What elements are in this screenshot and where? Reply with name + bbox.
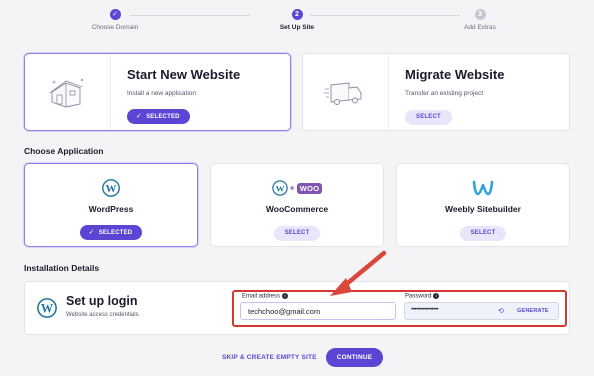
house-icon: [25, 54, 111, 130]
generate-password-button[interactable]: GENERATE: [517, 308, 549, 314]
woo-badge: WOO: [296, 182, 323, 194]
choose-application-heading: Choose Application: [24, 146, 104, 156]
skip-create-empty-site-link[interactable]: SKIP & CREATE EMPTY SITE: [222, 354, 317, 361]
wordpress-icon: W: [25, 178, 197, 198]
woocommerce-select-button[interactable]: SELECT: [211, 221, 383, 241]
app-card-woocommerce[interactable]: W + WOO WooCommerce SELECT: [210, 163, 384, 247]
step-number: 2: [291, 9, 303, 20]
step-number: 3: [474, 9, 486, 20]
progress-stepper: ✓ Choose Domain 2 Set Up Site 3 Add Extr…: [0, 8, 594, 38]
info-icon: i: [282, 293, 289, 299]
weebly-select-button[interactable]: SELECT: [397, 221, 569, 241]
card-title: Migrate Website: [405, 67, 505, 82]
installation-details-heading: Installation Details: [24, 263, 100, 273]
app-card-weebly[interactable]: Weebly Sitebuilder SELECT: [396, 163, 570, 247]
step-check-icon: ✓: [109, 9, 121, 20]
password-value: ••••••••••••••••: [411, 307, 439, 313]
card-subtitle: Install a new application: [127, 90, 197, 97]
password-field[interactable]: •••••••••••••••• ⟲ GENERATE: [404, 302, 559, 320]
setup-login-subtitle: Website access credentials: [66, 312, 139, 318]
start-selected-button[interactable]: ✓ SELECTED: [127, 105, 190, 124]
info-icon: i: [433, 293, 440, 299]
card-subtitle: Transfer an existing project: [405, 90, 484, 97]
card-title: Start New Website: [127, 67, 241, 82]
svg-text:W: W: [106, 183, 117, 195]
moving-truck-icon: [303, 54, 389, 130]
svg-text:W: W: [41, 301, 54, 315]
step-add-extras[interactable]: 3 Add Extras: [435, 9, 525, 31]
app-name: Weebly Sitebuilder: [445, 204, 521, 214]
wordpress-icon: W: [37, 298, 57, 323]
plus-sign: +: [289, 183, 295, 193]
password-label: Password i: [405, 293, 440, 300]
step-label: Choose Domain: [91, 24, 139, 31]
setup-login-title: Set up login: [66, 294, 138, 308]
step-label: Set Up Site: [279, 24, 315, 31]
wordpress-selected-button[interactable]: ✓ SELECTED: [25, 221, 197, 240]
app-card-wordpress[interactable]: W WordPress ✓ SELECTED: [24, 163, 198, 247]
step-label: Add Extras: [464, 24, 496, 31]
email-label: Email address i: [242, 293, 289, 300]
step-set-up-site[interactable]: 2 Set Up Site: [252, 9, 342, 31]
migrate-select-button[interactable]: SELECT: [405, 105, 452, 125]
check-icon: ✓: [136, 113, 143, 120]
refresh-icon[interactable]: ⟲: [498, 307, 504, 315]
check-icon: ✓: [88, 229, 95, 236]
app-name: WooCommerce: [265, 204, 329, 214]
step-choose-domain[interactable]: ✓ Choose Domain: [70, 9, 160, 31]
app-name: WordPress: [88, 204, 134, 214]
woocommerce-icon: W + WOO: [211, 178, 383, 198]
weebly-icon: [397, 178, 569, 198]
start-new-website-card[interactable]: Start New Website Install a new applicat…: [24, 53, 291, 131]
svg-text:W: W: [275, 184, 284, 194]
migrate-website-card[interactable]: Migrate Website Transfer an existing pro…: [302, 53, 570, 131]
continue-button[interactable]: CONTINUE: [326, 348, 383, 367]
email-field[interactable]: [240, 302, 396, 320]
